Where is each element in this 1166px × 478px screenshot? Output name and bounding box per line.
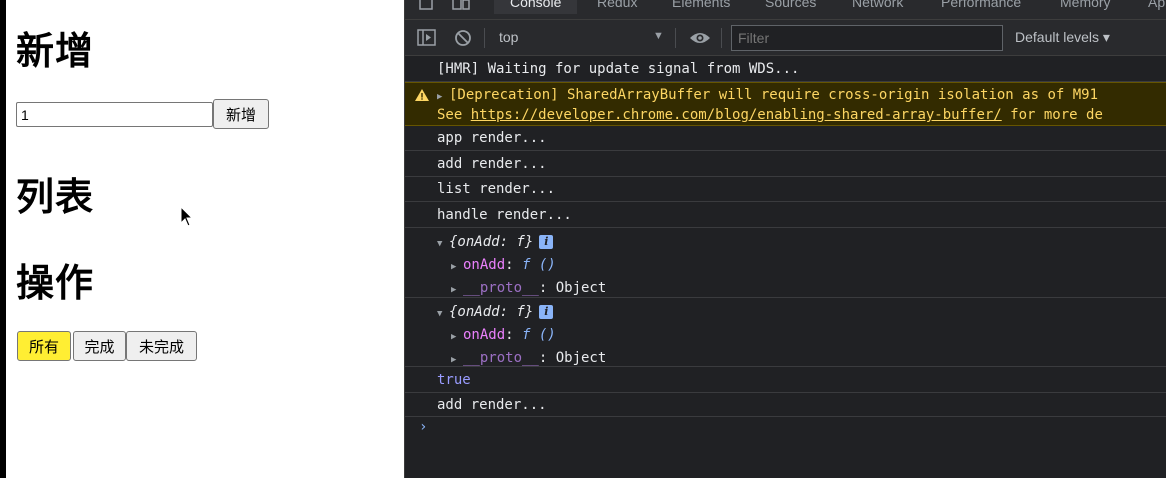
- warning-text: [Deprecation] SharedArrayBuffer will req…: [449, 87, 1099, 103]
- toolbar-divider: [484, 28, 485, 48]
- filter-all-button[interactable]: 所有: [17, 331, 71, 361]
- expand-arrow-icon[interactable]: ▶: [451, 350, 463, 366]
- context-selector[interactable]: top: [499, 29, 518, 45]
- object-preview[interactable]: {onAdd: f}: [449, 234, 533, 250]
- toolbar-divider: [675, 28, 676, 48]
- object-value: f (): [522, 327, 556, 343]
- expand-arrow-icon[interactable]: ▶: [451, 327, 463, 348]
- log-levels-dropdown[interactable]: Default levels ▾: [1015, 29, 1110, 46]
- log-text: list render...: [437, 181, 556, 197]
- console-message: [HMR] Waiting for update signal from WDS…: [405, 57, 1166, 82]
- object-proto-key: __proto__: [463, 350, 539, 366]
- console-message: add render...: [405, 151, 1166, 177]
- expand-arrow-icon[interactable]: ▶: [451, 257, 463, 278]
- console-toolbar: top ▼ Default levels ▾: [405, 20, 1166, 56]
- log-boolean: true: [437, 372, 471, 388]
- object-proto-value: : Object: [538, 280, 607, 296]
- caret-down-icon[interactable]: ▼: [653, 30, 664, 42]
- eye-icon[interactable]: [689, 30, 711, 46]
- log-text: add render...: [437, 156, 547, 172]
- tab-sources[interactable]: Sources: [765, 0, 816, 10]
- toolbar-divider: [721, 28, 722, 48]
- log-text: app render...: [437, 130, 547, 146]
- add-input[interactable]: [16, 102, 213, 127]
- console-filter-input[interactable]: [731, 25, 1003, 51]
- devtools-tab-bar: Console Redux Elements Sources Network P…: [405, 0, 1166, 20]
- warning-icon: [415, 89, 429, 101]
- object-proto-value: : Object: [538, 350, 607, 366]
- object-key: onAdd: [463, 327, 506, 343]
- filter-done-button[interactable]: 完成: [73, 331, 126, 361]
- tab-redux[interactable]: Redux: [597, 0, 637, 10]
- warning-link[interactable]: https://developer.chrome.com/blog/enabli…: [471, 107, 1002, 123]
- log-text: add render...: [437, 397, 547, 413]
- console-output: [HMR] Waiting for update signal from WDS…: [405, 57, 1166, 478]
- filter-undone-button[interactable]: 未完成: [126, 331, 197, 361]
- console-message: add render...: [405, 393, 1166, 417]
- object-preview[interactable]: {onAdd: f}: [449, 304, 533, 320]
- add-button[interactable]: 新增: [213, 99, 269, 129]
- object-value: f (): [522, 257, 556, 273]
- console-prompt[interactable]: ›: [419, 419, 427, 435]
- tab-console[interactable]: Console: [494, 0, 578, 14]
- app-pane: 新增 新增 列表 操作 所有 完成 未完成: [6, 0, 404, 478]
- console-warning: ▶ [Deprecation] SharedArrayBuffer will re…: [405, 82, 1166, 126]
- collapse-arrow-icon[interactable]: ▼: [437, 304, 449, 325]
- tab-memory[interactable]: Memory: [1060, 0, 1111, 10]
- devtools-panel: Console Redux Elements Sources Network P…: [404, 0, 1166, 478]
- console-object: ▼ {onAdd: f} i ▶ onAdd: f () ▶ __proto__: Ob…: [405, 228, 1166, 298]
- operations-heading: 操作: [16, 261, 95, 305]
- clear-console-icon[interactable]: [454, 29, 472, 47]
- add-heading: 新增: [16, 29, 95, 73]
- console-message: app render...: [405, 126, 1166, 151]
- console-message: list render...: [405, 177, 1166, 202]
- list-heading: 列表: [16, 175, 95, 219]
- tab-application[interactable]: Ap: [1148, 0, 1165, 10]
- object-key: onAdd: [463, 257, 506, 273]
- console-object: ▼ {onAdd: f} i ▶ onAdd: f () ▶ __proto__: Ob…: [405, 298, 1166, 367]
- sidebar-toggle-icon[interactable]: [417, 29, 437, 47]
- log-text: [HMR] Waiting for update signal from WDS…: [437, 61, 800, 77]
- expand-arrow-icon[interactable]: ▶: [451, 280, 463, 297]
- mouse-cursor-icon: [180, 206, 194, 227]
- object-proto-key: __proto__: [463, 280, 539, 296]
- console-message: handle render...: [405, 202, 1166, 228]
- device-toolbar-icon[interactable]: [451, 0, 471, 12]
- info-icon: i: [539, 305, 554, 319]
- warning-text: See: [437, 107, 471, 123]
- collapse-arrow-icon[interactable]: ▼: [437, 234, 449, 255]
- tab-elements[interactable]: Elements: [672, 0, 730, 10]
- info-icon: i: [539, 235, 554, 249]
- log-text: handle render...: [437, 207, 572, 223]
- tab-performance[interactable]: Performance: [941, 0, 1021, 10]
- expand-arrow-icon[interactable]: ▶: [437, 88, 449, 106]
- inspect-element-icon[interactable]: [419, 0, 437, 12]
- console-message: true: [405, 367, 1166, 393]
- warning-text: for more de: [1001, 107, 1103, 123]
- tab-network[interactable]: Network: [852, 0, 903, 10]
